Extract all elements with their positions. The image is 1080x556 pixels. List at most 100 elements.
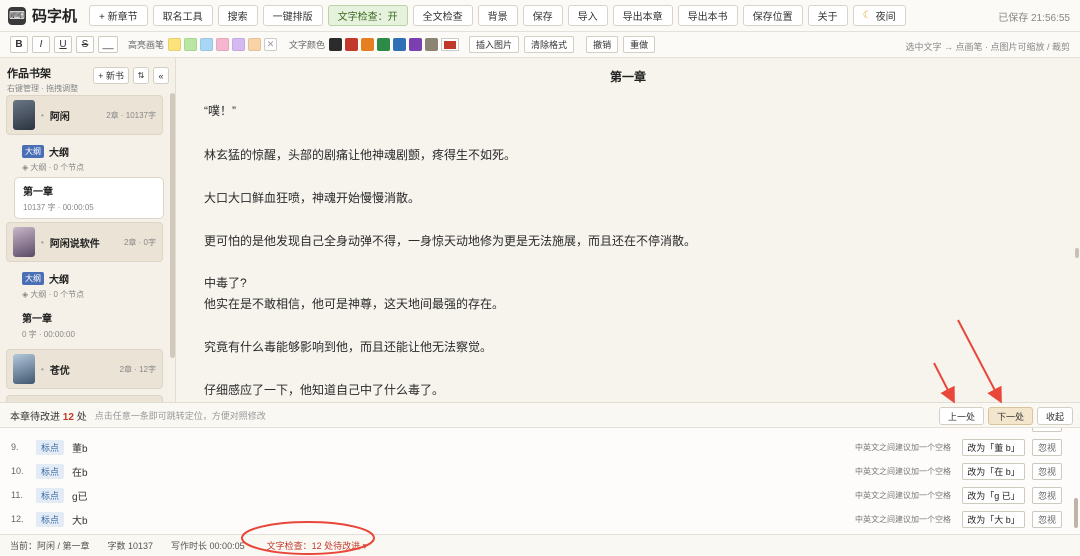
editor-area[interactable]: 第一章 “噗！” 林玄猛的惊醒，头部的剧痛让他神魂剧颤，疼得生不如死。 大口大口… bbox=[176, 58, 1080, 402]
book-cover bbox=[13, 100, 35, 130]
sidebar-subtitle: 右键管理 · 拖拽调整 bbox=[7, 84, 79, 93]
issue-text: 大b bbox=[72, 515, 88, 527]
highlight-pink[interactable] bbox=[216, 38, 230, 51]
issue-text: g已 bbox=[72, 491, 88, 503]
issue-list-scrollbar[interactable] bbox=[1074, 498, 1078, 528]
undo-button[interactable]: 撤销 bbox=[586, 36, 619, 53]
issue-text: 在b bbox=[72, 467, 88, 479]
auto-format-button[interactable]: 一键排版 bbox=[262, 5, 323, 26]
check-panel-title: 本章待改进 12 处 bbox=[10, 411, 87, 423]
save-button[interactable]: 保存 bbox=[522, 5, 563, 26]
ignore-button[interactable]: 忽视 bbox=[1032, 486, 1062, 504]
new-book-button[interactable]: + 新书 bbox=[93, 67, 129, 84]
text-color-red[interactable] bbox=[345, 38, 359, 51]
blank-button[interactable]: __ bbox=[98, 36, 118, 53]
ignore-button[interactable]: 忽视 bbox=[1032, 462, 1062, 480]
book-shelf-sidebar: 作品书架 右键管理 · 拖拽调整 + 新书 ⇅ « • 阿闲 2章 · 1013… bbox=[0, 58, 176, 402]
check-panel-hint: 点击任意一条即可跳转定位，方便对照修改 bbox=[94, 410, 266, 421]
night-mode-label: 夜间 bbox=[875, 12, 896, 23]
color-preview-icon bbox=[444, 40, 457, 49]
outline-item[interactable]: 大纲 大纲 ◈ 大纲 · 0 个节点 bbox=[22, 271, 84, 300]
format-toolbar: B I U S __ 高亮画笔 ✕ 文字颜色 插入图片 清除格式 撤销 重做 选… bbox=[0, 32, 1080, 58]
text-check-status[interactable]: 文字检查：12 处待改进 ▾ bbox=[267, 539, 368, 552]
highlight-label: 高亮画笔 bbox=[128, 40, 165, 50]
chapter-item[interactable]: 第一章 10137 字 · 00:00:05 bbox=[14, 177, 164, 219]
naming-tool-button[interactable]: 取名工具 bbox=[152, 5, 213, 26]
issue-description: 中英文之间建议加一个空格 bbox=[855, 514, 951, 524]
check-panel-header: 本章待改进 12 处 点击任意一条即可跳转定位，方便对照修改 上一处 下一处 收… bbox=[0, 402, 1080, 428]
fix-button[interactable]: 改为「大 b」 bbox=[962, 510, 1025, 528]
text-color-green[interactable] bbox=[377, 38, 391, 51]
sidebar-scrollbar[interactable] bbox=[170, 93, 175, 358]
issue-row[interactable]: 9. 标点 董b 中英文之间建议加一个空格 改为「董 b」 忽视 bbox=[0, 435, 1080, 459]
paragraph: 仔细感应了一下，他知道自己中了什么毒了。 bbox=[204, 383, 445, 397]
underline-button[interactable]: U bbox=[54, 36, 72, 53]
import-button[interactable]: 导入 bbox=[567, 5, 608, 26]
text-color-purple[interactable] bbox=[409, 38, 423, 51]
prev-issue-button[interactable]: 上一处 bbox=[939, 407, 985, 425]
book-name: 苍优 bbox=[49, 365, 70, 377]
book-item[interactable]: • 阿闲 2章 · 10137字 bbox=[6, 95, 163, 135]
fix-button[interactable]: 改为「g 已」 bbox=[962, 486, 1025, 504]
editor-scrollbar[interactable] bbox=[1075, 248, 1079, 258]
book-item[interactable] bbox=[6, 395, 163, 402]
ignore-button[interactable]: 忽视 bbox=[1032, 438, 1062, 456]
paragraph: 大口大口鲜血狂喷，神魂开始慢慢消散。 bbox=[204, 191, 421, 205]
book-item[interactable]: • 阿闲说软件 2章 · 0字 bbox=[6, 222, 163, 262]
highlight-purple[interactable] bbox=[232, 38, 246, 51]
sort-icon[interactable]: ⇅ bbox=[133, 67, 149, 84]
background-button[interactable]: 背景 bbox=[477, 5, 518, 26]
issue-list: 9. 标点 董b 中英文之间建议加一个空格 改为「董 b」 忽视 10. 标点 … bbox=[0, 428, 1080, 534]
paragraph: 究竟有什么毒能够影响到他，而且还能让他无法察觉。 bbox=[204, 340, 493, 354]
redo-button[interactable]: 重做 bbox=[623, 36, 656, 53]
save-location-button[interactable]: 保存位置 bbox=[742, 5, 803, 26]
format-hint: 选中文字 → 点画笔 · 点图片可缩放 / 裁剪 bbox=[905, 42, 1070, 52]
outline-item[interactable]: 大纲 大纲 ◈ 大纲 · 0 个节点 bbox=[22, 144, 84, 173]
status-bar: 当前：阿闲 / 第一章 字数 10137 写作时长 00:00:05 文字检查：… bbox=[0, 534, 1080, 556]
highlight-clear-icon[interactable]: ✕ bbox=[264, 38, 278, 51]
outline-tag: 大纲 bbox=[22, 272, 44, 285]
outline-meta: ◈ 大纲 · 0 个节点 bbox=[22, 290, 85, 299]
issue-row[interactable]: 10. 标点 在b 中英文之间建议加一个空格 改为「在 b」 忽视 bbox=[0, 459, 1080, 483]
about-button[interactable]: 关于 bbox=[807, 5, 848, 26]
issue-row[interactable]: 12. 标点 大b 中英文之间建议加一个空格 改为「大 b」 忽视 bbox=[0, 507, 1080, 531]
next-issue-button[interactable]: 下一处 bbox=[988, 407, 1034, 425]
issue-number: 12. bbox=[11, 514, 24, 524]
text-color-black[interactable] bbox=[329, 38, 343, 51]
issue-row[interactable]: 11. 标点 g已 中英文之间建议加一个空格 改为「g 已」 忽视 bbox=[0, 483, 1080, 507]
italic-button[interactable]: I bbox=[32, 36, 50, 53]
night-mode-button[interactable]: ☾ 夜间 bbox=[852, 5, 906, 26]
export-chapter-button[interactable]: 导出本章 bbox=[612, 5, 673, 26]
search-button[interactable]: 搜索 bbox=[217, 5, 258, 26]
current-text-color[interactable] bbox=[441, 38, 460, 51]
fix-button[interactable]: 改为「董 b」 bbox=[962, 438, 1025, 456]
typewriter-icon: ⌨ bbox=[8, 6, 26, 25]
clear-format-button[interactable]: 清除格式 bbox=[524, 36, 575, 53]
text-color-gray[interactable] bbox=[425, 38, 439, 51]
fix-button[interactable]: 改为「在 b」 bbox=[962, 462, 1025, 480]
text-color-blue[interactable] bbox=[393, 38, 407, 51]
paragraph: 林玄猛的惊醒，头部的剧痛让他神魂剧颤，疼得生不如死。 bbox=[204, 148, 517, 162]
collapse-panel-button[interactable]: 收起 bbox=[1037, 407, 1074, 425]
export-book-button[interactable]: 导出本书 bbox=[677, 5, 738, 26]
new-chapter-button[interactable]: + 新章节 bbox=[89, 5, 148, 26]
highlight-green[interactable] bbox=[184, 38, 198, 51]
ignore-button[interactable]: 忽视 bbox=[1032, 510, 1062, 528]
ignore-button-partial[interactable] bbox=[1032, 428, 1062, 432]
insert-image-button[interactable]: 插入图片 bbox=[469, 36, 520, 53]
bold-button[interactable]: B bbox=[10, 36, 28, 53]
strike-button[interactable]: S bbox=[76, 36, 94, 53]
highlight-yellow[interactable] bbox=[168, 38, 182, 51]
text-check-toggle[interactable]: 文字检查：开 bbox=[327, 5, 408, 26]
full-check-button[interactable]: 全文检查 bbox=[412, 5, 473, 26]
paragraph: 他实在是不敢相信，他可是神尊，这天地间最强的存在。 bbox=[204, 297, 505, 311]
chapter-meta: 10137 字 · 00:00:05 bbox=[23, 203, 94, 212]
text-color-orange[interactable] bbox=[361, 38, 375, 51]
book-item[interactable]: • 苍优 2章 · 12字 bbox=[6, 349, 163, 389]
highlight-blue[interactable] bbox=[200, 38, 214, 51]
collapse-sidebar-icon[interactable]: « bbox=[153, 67, 169, 84]
writing-time: 写作时长 00:00:05 bbox=[171, 541, 245, 551]
chapter-item[interactable]: 第一章 0 字 · 00:00:00 bbox=[14, 305, 164, 345]
issue-tag: 标点 bbox=[36, 439, 65, 455]
highlight-orange[interactable] bbox=[248, 38, 262, 51]
